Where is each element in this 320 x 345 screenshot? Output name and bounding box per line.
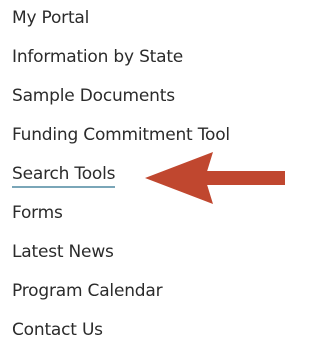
nav-item-program-calendar: Program Calendar [12,273,285,312]
nav-link-my-portal[interactable]: My Portal [12,7,89,29]
nav-link-forms[interactable]: Forms [12,202,63,224]
nav-link-program-calendar[interactable]: Program Calendar [12,280,163,302]
nav-item-contact-us: Contact Us [12,312,285,345]
nav-link-funding-commitment-tool[interactable]: Funding Commitment Tool [12,124,230,146]
page: My Portal Information by State Sample Do… [0,0,285,345]
nav-link-latest-news[interactable]: Latest News [12,241,114,263]
annotation-arrow-icon [145,152,285,204]
nav-link-sample-documents[interactable]: Sample Documents [12,85,175,107]
nav-item-my-portal: My Portal [12,0,285,39]
nav-link-search-tools[interactable]: Search Tools [12,163,115,188]
nav-item-latest-news: Latest News [12,234,285,273]
nav-item-sample-documents: Sample Documents [12,78,285,117]
arrow-head [145,152,213,204]
nav-link-information-by-state[interactable]: Information by State [12,46,183,68]
nav-link-contact-us[interactable]: Contact Us [12,319,103,341]
nav-item-information-by-state: Information by State [12,39,285,78]
arrow-shaft [195,171,285,185]
